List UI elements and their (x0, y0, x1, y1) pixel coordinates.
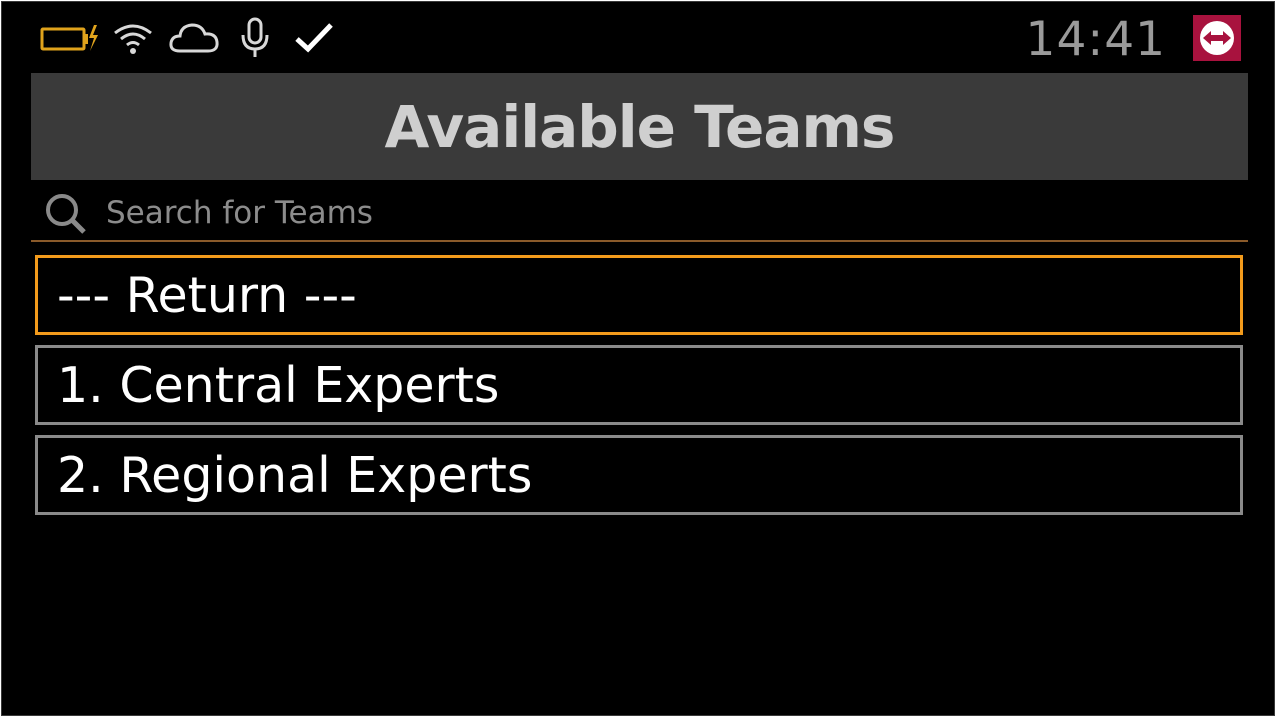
cloud-icon (168, 18, 220, 58)
list-item-regional-experts[interactable]: 2. Regional Experts (35, 435, 1243, 515)
team-list: --- Return --- 1. Central Experts 2. Reg… (35, 255, 1245, 525)
search-bar (31, 186, 1248, 242)
battery-charging-icon (40, 18, 100, 58)
search-input[interactable] (106, 192, 1206, 234)
teamviewer-logo-icon (1193, 15, 1241, 61)
list-item-label: 2. Regional Experts (57, 446, 533, 504)
microphone-icon (238, 17, 272, 58)
list-item-central-experts[interactable]: 1. Central Experts (35, 345, 1243, 425)
status-clock: 14:41 (1025, 12, 1166, 67)
list-item-label: 1. Central Experts (57, 356, 500, 414)
list-item-return[interactable]: --- Return --- (35, 255, 1243, 335)
device-screen: 14:41 Available Teams --- Return --- 1. … (1, 1, 1275, 716)
checkmark-icon (294, 18, 334, 58)
search-icon (43, 192, 89, 240)
list-item-label: --- Return --- (57, 266, 357, 324)
page-title: Available Teams (384, 92, 896, 161)
wifi-icon (112, 18, 154, 58)
title-bar: Available Teams (31, 73, 1248, 180)
status-bar: 14:41 (2, 2, 1274, 74)
